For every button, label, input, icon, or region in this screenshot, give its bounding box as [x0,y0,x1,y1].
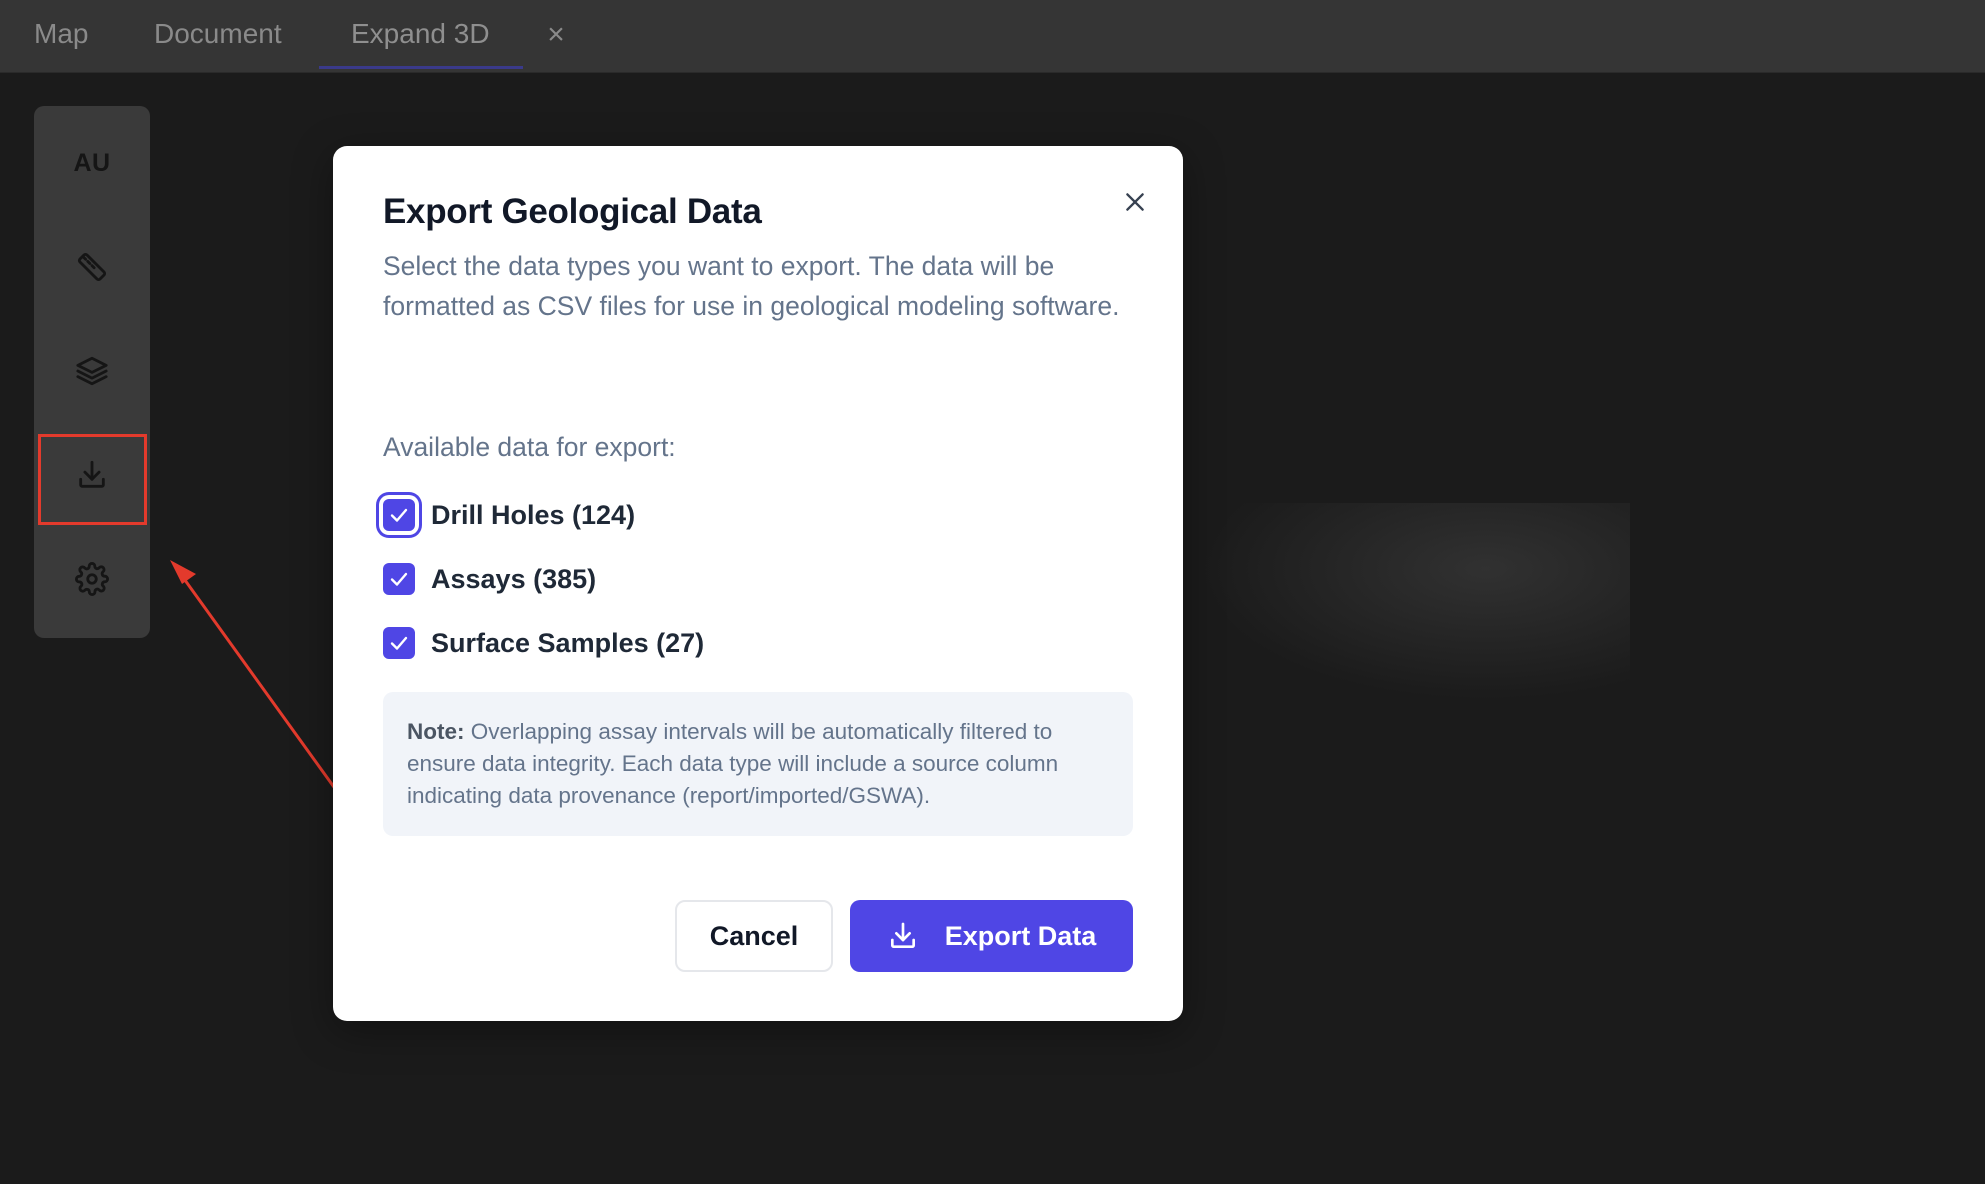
drill-holes-label: Drill Holes (124) [431,499,636,530]
download-icon [890,922,915,948]
ruler-icon [77,252,107,282]
active-tab-indicator [319,66,523,69]
left-toolbar: AU [34,106,150,638]
layers-icon [76,356,108,386]
check-icon [390,508,408,522]
close-icon [1126,193,1144,211]
tab-map[interactable]: Map [34,0,88,73]
surface-samples-checkbox[interactable] [383,627,415,659]
export-data-label: Export Data [944,920,1097,951]
layers-button[interactable] [34,331,150,411]
export-dialog: Export Geological Data Select the data t… [333,146,1183,1021]
check-icon [390,572,408,586]
dialog-title: Export Geological Data [383,192,762,231]
note-text: Overlapping assay intervals will be auto… [407,719,1059,808]
measure-button[interactable] [34,227,150,307]
available-data-label: Available data for export: [383,432,676,462]
cancel-button[interactable]: Cancel [675,900,833,972]
export-tool-button[interactable] [34,435,150,515]
assays-checkbox[interactable] [383,563,415,595]
app-root: Map Document Expand 3D × AU Export Geolo… [0,0,1985,1184]
drill-holes-checkbox[interactable] [383,499,415,531]
download-icon [79,460,105,488]
au-label: AU [73,148,111,177]
tab-bar: Map Document Expand 3D × [0,0,1985,73]
note-prefix: Note: [407,719,465,744]
tab-close-icon[interactable]: × [540,16,572,54]
dialog-description: Select the data types you want to export… [383,251,1120,321]
export-data-button[interactable]: Export Data [850,900,1133,972]
option-drill-holes[interactable]: Drill Holes (124) [383,495,983,535]
settings-button[interactable] [34,539,150,619]
option-surface-samples[interactable]: Surface Samples (27) [383,623,983,663]
au-element-button[interactable]: AU [34,123,150,203]
check-icon [390,636,408,650]
note-box: Note: Overlapping assay intervals will b… [383,692,1133,836]
assays-label: Assays (385) [431,563,597,594]
option-assays[interactable]: Assays (385) [383,559,983,599]
point-cloud [1150,503,1630,723]
tab-expand-3d[interactable]: Expand 3D [351,0,490,73]
tab-document[interactable]: Document [154,0,282,73]
gear-icon [75,562,109,596]
surface-samples-label: Surface Samples (27) [431,627,705,658]
